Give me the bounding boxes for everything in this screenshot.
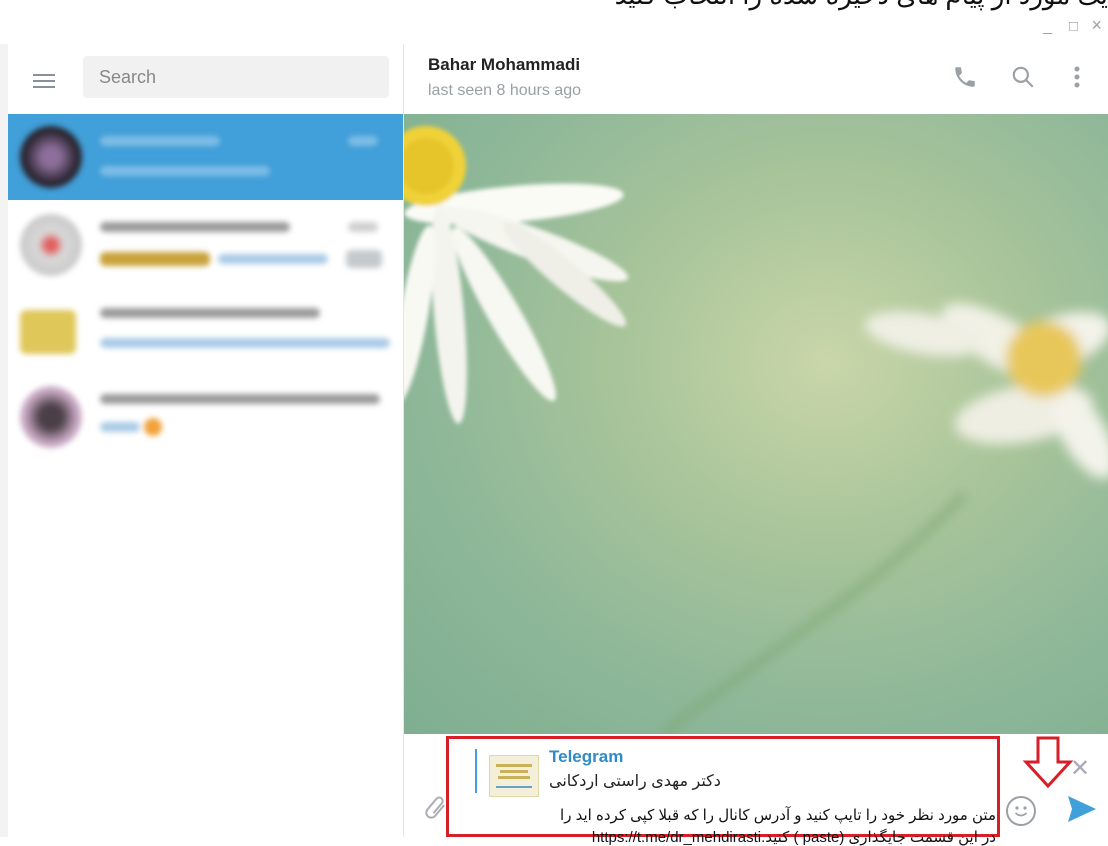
- blurred-chat-preview: [100, 166, 270, 176]
- emoji-icon-blurred: [144, 418, 162, 436]
- compose-area: Telegram دکتر مهدی راستی اردکانی متن مور…: [404, 734, 1108, 846]
- avatar: [20, 214, 82, 276]
- chat-wallpaper: [404, 114, 1108, 734]
- contact-name[interactable]: Bahar Mohammadi: [428, 55, 580, 75]
- blurred-chat-time: [348, 222, 378, 232]
- search-placeholder: Search: [99, 67, 157, 87]
- search-icon[interactable]: [1010, 64, 1036, 95]
- avatar: [20, 126, 82, 188]
- daisy-illustration: [404, 126, 1108, 734]
- blurred-chat-name: [100, 308, 320, 318]
- blurred-chat-preview: [100, 338, 390, 348]
- chat-list-item[interactable]: [8, 114, 403, 200]
- close-window-button[interactable]: ×: [1091, 15, 1102, 36]
- chat-list-item[interactable]: [8, 288, 403, 374]
- contact-status: last seen 8 hours ago: [428, 82, 581, 99]
- forward-thumbnail: [489, 755, 539, 797]
- search-input[interactable]: Search: [83, 56, 389, 98]
- top-caption-strip: یک مورد از پیام های ذخیره شده را انتخاب …: [0, 0, 1108, 14]
- more-options-icon[interactable]: [1072, 64, 1082, 95]
- chat-list-panel: Search: [8, 44, 404, 837]
- emoji-icon[interactable]: [1006, 796, 1036, 826]
- chat-list-item[interactable]: [8, 202, 403, 288]
- blurred-chat-name: [100, 136, 220, 146]
- annotation-arrow-icon: [1020, 734, 1076, 795]
- blurred-chat-name: [100, 222, 290, 232]
- blurred-chat-preview: [100, 422, 140, 432]
- chat-header: Bahar Mohammadi last seen 8 hours ago: [404, 44, 1108, 115]
- top-caption-text: یک مورد از پیام های ذخیره شده را انتخاب …: [200, 0, 1108, 11]
- phone-icon[interactable]: [952, 64, 978, 95]
- minimize-button[interactable]: _: [1043, 18, 1052, 36]
- send-icon[interactable]: [1066, 794, 1098, 829]
- window-controls: _ □ ×: [0, 14, 1108, 44]
- conversation-panel: Bahar Mohammadi last seen 8 hours ago Te…: [404, 44, 1108, 846]
- chat-list-item[interactable]: [8, 374, 403, 460]
- menu-icon[interactable]: [33, 70, 55, 92]
- message-input-line-1[interactable]: متن مورد نظر خود را تایپ کنید و آدرس کان…: [560, 806, 996, 824]
- avatar: [20, 386, 82, 448]
- blurred-chat-time: [348, 136, 378, 146]
- unread-badge: [346, 250, 382, 268]
- forward-preview-bar: [475, 749, 477, 793]
- message-input-line-2[interactable]: در این قسمت جایگذاری (paste ) کنید.https…: [592, 828, 996, 846]
- window-left-edge: [0, 44, 8, 837]
- avatar: [20, 310, 76, 354]
- forward-title: Telegram: [549, 747, 624, 766]
- forward-text: دکتر مهدی راستی اردکانی: [549, 773, 721, 790]
- blurred-chat-name: [100, 394, 380, 404]
- maximize-button[interactable]: □: [1069, 18, 1078, 35]
- blurred-chat-preview: [100, 252, 210, 266]
- blurred-chat-preview-2: [218, 254, 328, 264]
